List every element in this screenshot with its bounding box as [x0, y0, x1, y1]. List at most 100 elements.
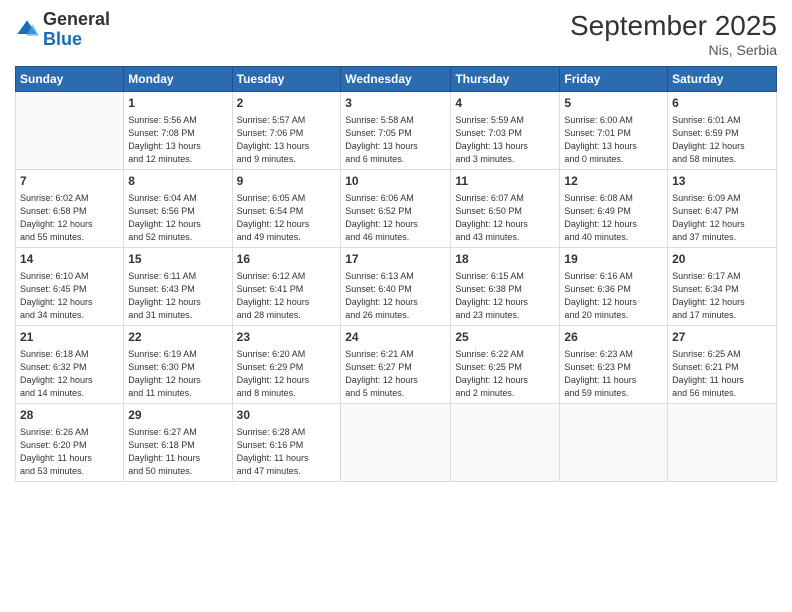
day-number: 9: [237, 173, 337, 190]
day-number: 10: [345, 173, 446, 190]
day-number: 24: [345, 329, 446, 346]
logo-text: General Blue: [43, 10, 110, 50]
calendar-table: SundayMondayTuesdayWednesdayThursdayFrid…: [15, 66, 777, 482]
day-cell: 11Sunrise: 6:07 AMSunset: 6:50 PMDayligh…: [451, 169, 560, 247]
day-info: Sunrise: 6:28 AMSunset: 6:16 PMDaylight:…: [237, 426, 337, 478]
day-number: 18: [455, 251, 555, 268]
day-number: 20: [672, 251, 772, 268]
day-cell: [341, 403, 451, 481]
day-number: 21: [20, 329, 119, 346]
day-cell: 28Sunrise: 6:26 AMSunset: 6:20 PMDayligh…: [16, 403, 124, 481]
day-cell: [16, 92, 124, 170]
day-cell: [451, 403, 560, 481]
week-row-2: 14 Sunrise: 6:10 AMSunset: 6:45 PMDayligh…: [16, 247, 777, 325]
day-info: Sunrise: 6:20 AMSunset: 6:29 PMDaylight:…: [237, 348, 337, 400]
day-info: Sunrise: 6:05 AMSunset: 6:54 PMDaylight:…: [237, 192, 337, 244]
day-cell: 4Sunrise: 5:59 AMSunset: 7:03 PMDaylight…: [451, 92, 560, 170]
day-number: 17: [345, 251, 446, 268]
day-cell: 3 Sunrise: 5:58 AMSunset: 7:05 PMDaylight…: [341, 92, 451, 170]
day-number: 5: [564, 95, 663, 112]
day-number: 27: [672, 329, 772, 346]
day-info: Sunrise: 6:08 AMSunset: 6:49 PMDaylight:…: [564, 192, 663, 244]
day-info: Sunrise: 6:13 AMSunset: 6:40 PMDaylight:…: [345, 270, 446, 322]
day-info: Sunrise: 6:10 AMSunset: 6:45 PMDaylight:…: [20, 270, 119, 322]
day-cell: 29Sunrise: 6:27 AMSunset: 6:18 PMDayligh…: [124, 403, 232, 481]
day-cell: 6 Sunrise: 6:01 AMSunset: 6:59 PMDaylight…: [668, 92, 777, 170]
day-number: 16: [237, 251, 337, 268]
day-info: Sunrise: 6:00 AMSunset: 7:01 PMDaylight:…: [564, 114, 663, 166]
day-info: Sunrise: 5:58 AMSunset: 7:05 PMDaylight:…: [345, 114, 446, 166]
col-header-saturday: Saturday: [668, 67, 777, 92]
day-cell: 12 Sunrise: 6:08 AMSunset: 6:49 PMDayligh…: [560, 169, 668, 247]
logo-icon: [15, 18, 39, 42]
day-info: Sunrise: 6:21 AMSunset: 6:27 PMDaylight:…: [345, 348, 446, 400]
day-cell: 25 Sunrise: 6:22 AMSunset: 6:25 PMDayligh…: [451, 325, 560, 403]
day-cell: 18 Sunrise: 6:15 AMSunset: 6:38 PMDayligh…: [451, 247, 560, 325]
day-cell: 30 Sunrise: 6:28 AMSunset: 6:16 PMDayligh…: [232, 403, 341, 481]
day-cell: 16 Sunrise: 6:12 AMSunset: 6:41 PMDayligh…: [232, 247, 341, 325]
day-cell: 14 Sunrise: 6:10 AMSunset: 6:45 PMDayligh…: [16, 247, 124, 325]
day-info: Sunrise: 5:59 AMSunset: 7:03 PMDaylight:…: [455, 114, 555, 166]
day-number: 12: [564, 173, 663, 190]
day-number: 28: [20, 407, 119, 424]
logo-blue: Blue: [43, 29, 82, 49]
day-info: Sunrise: 6:01 AMSunset: 6:59 PMDaylight:…: [672, 114, 772, 166]
day-number: 23: [237, 329, 337, 346]
day-number: 2: [237, 95, 337, 112]
col-header-friday: Friday: [560, 67, 668, 92]
month-year: September 2025: [570, 10, 777, 42]
day-cell: 1Sunrise: 5:56 AMSunset: 7:08 PMDaylight…: [124, 92, 232, 170]
day-info: Sunrise: 6:23 AMSunset: 6:23 PMDaylight:…: [564, 348, 663, 400]
calendar-header-row: SundayMondayTuesdayWednesdayThursdayFrid…: [16, 67, 777, 92]
day-info: Sunrise: 6:12 AMSunset: 6:41 PMDaylight:…: [237, 270, 337, 322]
day-number: 25: [455, 329, 555, 346]
day-cell: 2 Sunrise: 5:57 AMSunset: 7:06 PMDaylight…: [232, 92, 341, 170]
col-header-thursday: Thursday: [451, 67, 560, 92]
logo: General Blue: [15, 10, 110, 50]
week-row-0: 1Sunrise: 5:56 AMSunset: 7:08 PMDaylight…: [16, 92, 777, 170]
day-info: Sunrise: 6:02 AMSunset: 6:58 PMDaylight:…: [20, 192, 119, 244]
day-info: Sunrise: 5:57 AMSunset: 7:06 PMDaylight:…: [237, 114, 337, 166]
day-cell: 7 Sunrise: 6:02 AMSunset: 6:58 PMDaylight…: [16, 169, 124, 247]
day-cell: 17 Sunrise: 6:13 AMSunset: 6:40 PMDayligh…: [341, 247, 451, 325]
day-cell: 27 Sunrise: 6:25 AMSunset: 6:21 PMDayligh…: [668, 325, 777, 403]
day-cell: 23 Sunrise: 6:20 AMSunset: 6:29 PMDayligh…: [232, 325, 341, 403]
day-cell: 9 Sunrise: 6:05 AMSunset: 6:54 PMDaylight…: [232, 169, 341, 247]
day-info: Sunrise: 6:16 AMSunset: 6:36 PMDaylight:…: [564, 270, 663, 322]
day-cell: 22Sunrise: 6:19 AMSunset: 6:30 PMDayligh…: [124, 325, 232, 403]
day-number: 26: [564, 329, 663, 346]
day-number: 19: [564, 251, 663, 268]
col-header-monday: Monday: [124, 67, 232, 92]
day-cell: 21Sunrise: 6:18 AMSunset: 6:32 PMDayligh…: [16, 325, 124, 403]
day-cell: 13Sunrise: 6:09 AMSunset: 6:47 PMDayligh…: [668, 169, 777, 247]
day-number: 7: [20, 173, 119, 190]
day-cell: 19 Sunrise: 6:16 AMSunset: 6:36 PMDayligh…: [560, 247, 668, 325]
col-header-wednesday: Wednesday: [341, 67, 451, 92]
day-info: Sunrise: 6:11 AMSunset: 6:43 PMDaylight:…: [128, 270, 227, 322]
day-info: Sunrise: 6:22 AMSunset: 6:25 PMDaylight:…: [455, 348, 555, 400]
day-number: 30: [237, 407, 337, 424]
day-cell: 26 Sunrise: 6:23 AMSunset: 6:23 PMDayligh…: [560, 325, 668, 403]
day-cell: [668, 403, 777, 481]
day-number: 15: [128, 251, 227, 268]
day-number: 1: [128, 95, 227, 112]
day-number: 6: [672, 95, 772, 112]
day-cell: 24 Sunrise: 6:21 AMSunset: 6:27 PMDayligh…: [341, 325, 451, 403]
day-cell: 10Sunrise: 6:06 AMSunset: 6:52 PMDayligh…: [341, 169, 451, 247]
col-header-sunday: Sunday: [16, 67, 124, 92]
col-header-tuesday: Tuesday: [232, 67, 341, 92]
day-cell: 20 Sunrise: 6:17 AMSunset: 6:34 PMDayligh…: [668, 247, 777, 325]
day-cell: 15 Sunrise: 6:11 AMSunset: 6:43 PMDayligh…: [124, 247, 232, 325]
day-info: Sunrise: 6:17 AMSunset: 6:34 PMDaylight:…: [672, 270, 772, 322]
day-number: 14: [20, 251, 119, 268]
day-info: Sunrise: 6:04 AMSunset: 6:56 PMDaylight:…: [128, 192, 227, 244]
day-number: 22: [128, 329, 227, 346]
day-info: Sunrise: 6:27 AMSunset: 6:18 PMDaylight:…: [128, 426, 227, 478]
day-info: Sunrise: 6:15 AMSunset: 6:38 PMDaylight:…: [455, 270, 555, 322]
day-info: Sunrise: 6:25 AMSunset: 6:21 PMDaylight:…: [672, 348, 772, 400]
logo-general: General: [43, 9, 110, 29]
day-cell: 8 Sunrise: 6:04 AMSunset: 6:56 PMDaylight…: [124, 169, 232, 247]
day-number: 3: [345, 95, 446, 112]
day-number: 8: [128, 173, 227, 190]
header: General Blue September 2025 Nis, Serbia: [15, 10, 777, 58]
